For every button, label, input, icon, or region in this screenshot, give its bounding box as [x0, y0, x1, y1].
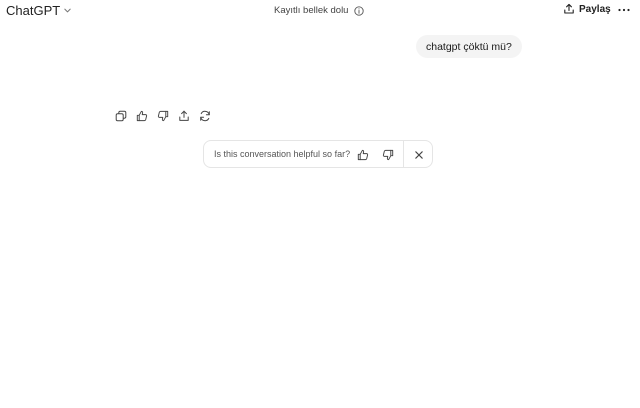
thumbs-down-icon [157, 110, 169, 122]
feedback-question: Is this conversation helpful so far? [214, 149, 351, 159]
share-button[interactable]: Paylaş [563, 3, 611, 15]
copy-icon [115, 110, 127, 122]
close-icon [414, 150, 424, 160]
good-response-button[interactable] [135, 109, 148, 122]
share-message-button[interactable] [177, 109, 190, 122]
more-horizontal-icon [618, 8, 630, 12]
user-message-bubble: chatgpt çöktü mü? [416, 35, 522, 58]
thumbs-up-icon [357, 149, 369, 161]
thumbs-down-icon [382, 149, 394, 161]
memory-status-label: Kayıtlı bellek dolu [274, 5, 349, 16]
user-message-text: chatgpt çöktü mü? [426, 40, 512, 53]
share-upload-icon [178, 110, 190, 122]
app-title: ChatGPT [6, 3, 61, 18]
feedback-close-button[interactable] [412, 148, 425, 161]
share-label: Paylaş [579, 3, 611, 15]
top-header: ChatGPT Kayıtlı bellek dolu Paylaş [0, 0, 640, 22]
chat-page: ChatGPT Kayıtlı bellek dolu Paylaş chatg… [0, 0, 640, 408]
feedback-prompt: Is this conversation helpful so far? [203, 140, 433, 168]
feedback-thumbs-down-button[interactable] [381, 148, 394, 161]
regenerate-button[interactable] [198, 109, 211, 122]
regenerate-icon [199, 110, 211, 122]
info-icon[interactable] [354, 5, 365, 16]
message-action-bar [114, 109, 211, 122]
chevron-down-icon [63, 6, 72, 15]
thumbs-up-icon [136, 110, 148, 122]
more-options-button[interactable] [616, 3, 632, 17]
bad-response-button[interactable] [156, 109, 169, 122]
share-icon [563, 3, 575, 15]
feedback-divider [403, 141, 404, 167]
copy-button[interactable] [114, 109, 127, 122]
model-selector[interactable]: ChatGPT [6, 3, 72, 18]
feedback-thumbs-up-button[interactable] [356, 148, 369, 161]
memory-status[interactable]: Kayıtlı bellek dolu [274, 5, 365, 16]
